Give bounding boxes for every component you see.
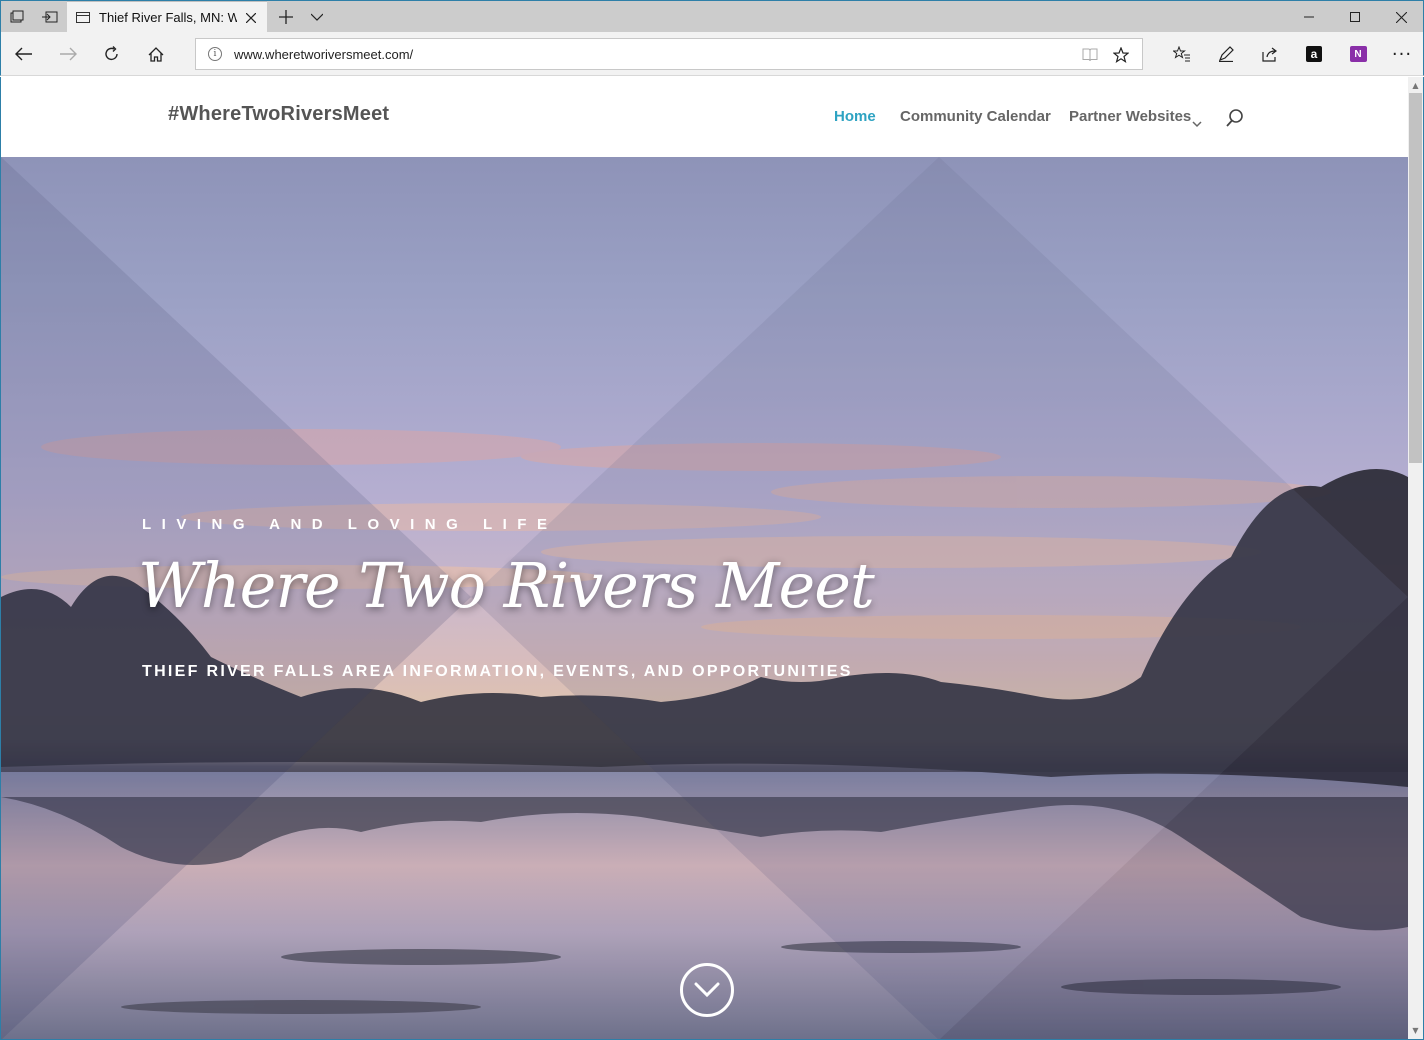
set-aside-tabs-icon[interactable] [34, 1, 66, 33]
back-icon[interactable] [2, 32, 46, 76]
site-header: #WhereTwoRiversMeet Home Community Calen… [1, 77, 1408, 157]
hero-subtitle: THIEF RIVER FALLS AREA INFORMATION, EVEN… [142, 663, 853, 680]
forward-icon[interactable] [46, 32, 90, 76]
scroll-down-arrow-icon[interactable]: ▼ [1408, 1022, 1423, 1038]
web-note-icon[interactable] [1204, 32, 1248, 76]
address-bar[interactable]: i www.wheretworiversmeet.com/ [195, 38, 1143, 70]
browser-tab-active[interactable]: Thief River Falls, MN: W [67, 1, 267, 33]
tab-favicon-icon [76, 12, 90, 23]
minimize-icon[interactable] [1286, 1, 1332, 33]
amazon-extension-icon[interactable]: a [1292, 32, 1336, 76]
scroll-up-arrow-icon[interactable]: ▲ [1408, 77, 1423, 93]
more-icon[interactable]: ··· [1380, 32, 1424, 76]
nav-partner-websites[interactable]: Partner Websites [1069, 108, 1191, 125]
refresh-icon[interactable] [90, 32, 134, 76]
info-icon[interactable]: i [208, 47, 222, 61]
new-tab-icon[interactable] [271, 1, 301, 33]
scrollbar-thumb[interactable] [1409, 93, 1422, 463]
browser-toolbar: i www.wheretworiversmeet.com/ a N ··· [0, 32, 1424, 76]
hero-kicker: LIVING AND LOVING LIFE [142, 516, 558, 533]
tab-list-icon[interactable] [303, 1, 331, 33]
chevron-down-icon [694, 982, 720, 998]
onenote-extension-icon[interactable]: N [1336, 32, 1380, 76]
close-window-icon[interactable] [1378, 1, 1424, 33]
close-tab-icon[interactable] [243, 10, 259, 26]
search-icon[interactable] [1225, 108, 1245, 128]
page-scrollbar[interactable]: ▲ ▼ [1408, 77, 1423, 1039]
chevron-down-icon[interactable] [1192, 113, 1202, 128]
browser-titlebar: Thief River Falls, MN: W [0, 0, 1424, 33]
tab-preview-icon[interactable] [1, 1, 33, 33]
favorite-star-icon[interactable] [1110, 44, 1132, 66]
hero-title: Where Two Rivers Meet [138, 549, 875, 622]
share-icon[interactable] [1248, 32, 1292, 76]
page-viewport: #WhereTwoRiversMeet Home Community Calen… [0, 77, 1424, 1040]
tab-title: Thief River Falls, MN: W [99, 10, 237, 25]
site-logo[interactable]: #WhereTwoRiversMeet [168, 103, 389, 126]
home-icon[interactable] [134, 32, 178, 76]
nav-community-calendar[interactable]: Community Calendar [900, 108, 1051, 125]
nav-home[interactable]: Home [834, 108, 876, 125]
favorites-hub-icon[interactable] [1160, 32, 1204, 76]
address-url[interactable]: www.wheretworiversmeet.com/ [234, 47, 413, 62]
maximize-icon[interactable] [1332, 1, 1378, 33]
hero-section: LIVING AND LOVING LIFE Where Two Rivers … [1, 157, 1408, 1039]
reading-view-icon[interactable] [1082, 47, 1098, 62]
scroll-down-button[interactable] [680, 963, 734, 1017]
